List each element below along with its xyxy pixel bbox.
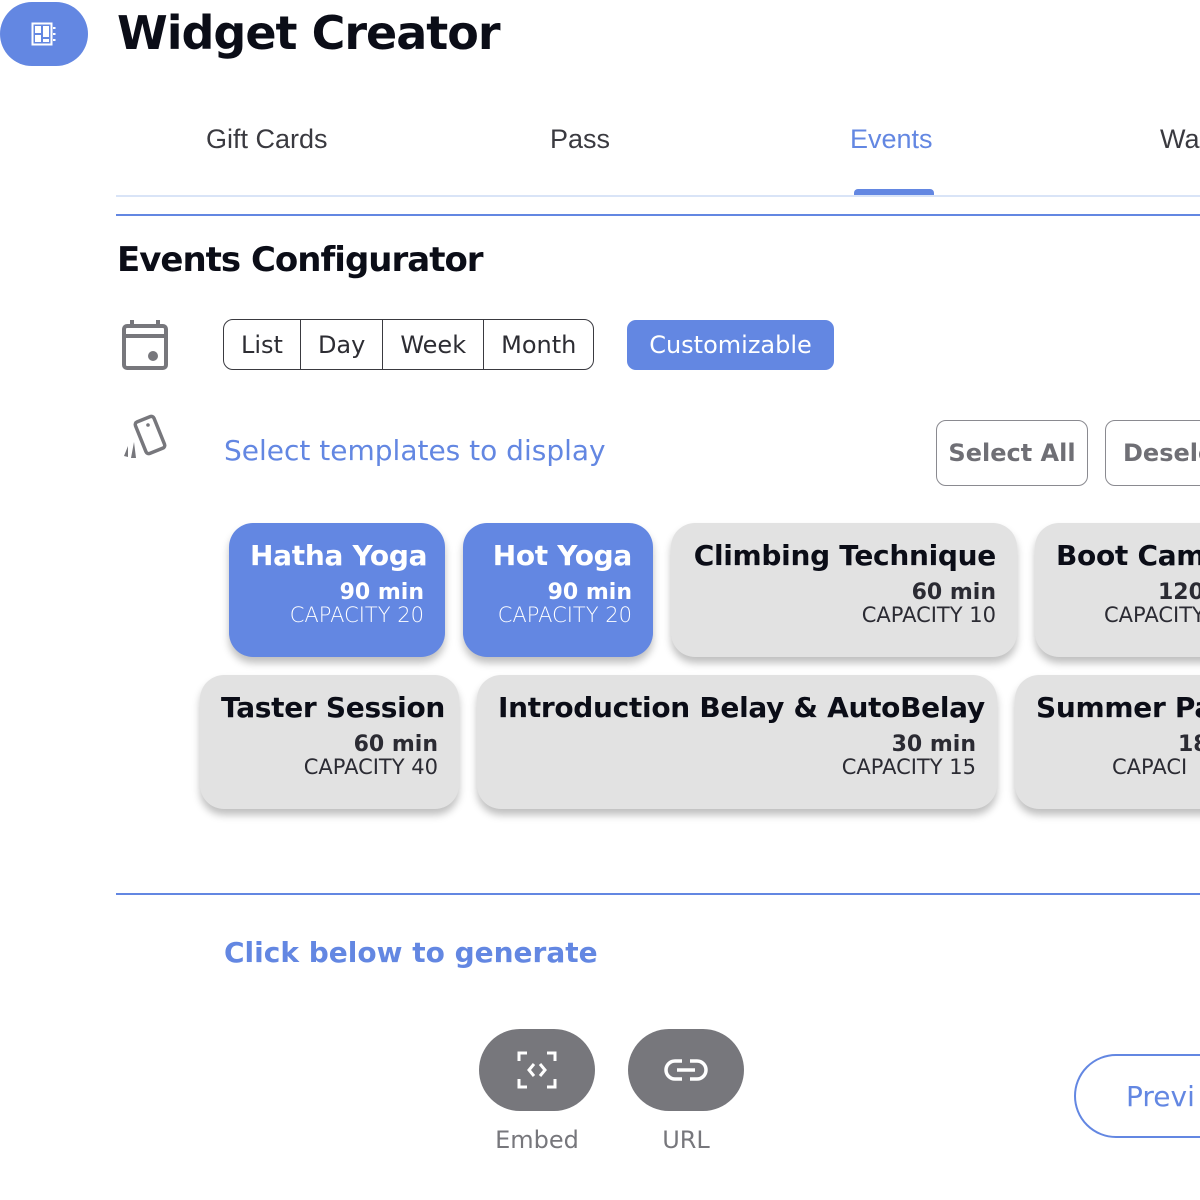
template-duration: 180	[1178, 732, 1200, 757]
generate-label: Click below to generate	[224, 936, 598, 969]
templates-label: Select templates to display	[224, 434, 606, 467]
tab-pass[interactable]: Pass	[550, 124, 610, 155]
embed-label: Embed	[495, 1126, 579, 1154]
view-mode-selector: List Day Week Month	[223, 319, 595, 370]
calendar-icon	[122, 320, 168, 370]
template-duration: 60 min	[353, 732, 438, 757]
select-all-button[interactable]: Select All	[936, 420, 1088, 486]
url-button[interactable]	[628, 1029, 744, 1111]
template-name: Taster Session	[221, 691, 446, 724]
tab-divider	[116, 195, 1200, 197]
cards-icon	[124, 414, 167, 458]
template-duration: 30 min	[891, 732, 976, 757]
embed-button[interactable]	[479, 1029, 595, 1111]
template-name: Hatha Yoga	[250, 539, 428, 572]
widget-layout-icon	[31, 22, 56, 46]
template-capacity: CAPACITY 15	[841, 755, 976, 779]
section-divider	[116, 214, 1200, 216]
template-capacity: CAPACITY 20	[289, 603, 424, 627]
template-card-summer-party[interactable]: Summer Pa 180 CAPACI	[1015, 675, 1200, 809]
template-card-taster-session[interactable]: Taster Session 60 min CAPACITY 40	[200, 675, 459, 809]
template-card-hatha-yoga[interactable]: Hatha Yoga 90 min CAPACITY 20	[229, 523, 445, 657]
template-capacity: CAPACITY 20	[497, 603, 632, 627]
link-icon	[664, 1059, 708, 1081]
template-capacity: CAPACITY	[1104, 603, 1200, 627]
url-label: URL	[662, 1126, 710, 1154]
template-capacity: CAPACITY 40	[303, 755, 438, 779]
section-title: Events Configurator	[117, 240, 484, 280]
tab-events[interactable]: Events	[850, 124, 933, 155]
template-name: Hot Yoga	[492, 539, 633, 572]
template-duration: 60 min	[911, 580, 996, 605]
template-duration: 120 m	[1158, 580, 1200, 605]
template-name: Introduction Belay & AutoBelay	[498, 691, 985, 724]
view-option-week[interactable]: Week	[383, 320, 485, 369]
template-card-intro-belay[interactable]: Introduction Belay & AutoBelay 30 min CA…	[477, 675, 997, 809]
view-option-month[interactable]: Month	[484, 320, 593, 369]
template-capacity: CAPACITY 10	[861, 603, 996, 627]
view-option-list[interactable]: List	[224, 320, 301, 369]
generate-divider	[116, 893, 1200, 895]
template-card-climbing-technique[interactable]: Climbing Technique 60 min CAPACITY 10	[671, 523, 1017, 657]
customizable-button[interactable]: Customizable	[627, 320, 834, 370]
template-duration: 90 min	[339, 580, 424, 605]
template-name: Climbing Technique	[693, 539, 997, 572]
preview-button[interactable]: Previ	[1074, 1054, 1200, 1138]
template-name: Summer Pa	[1036, 691, 1200, 724]
template-card-boot-camp[interactable]: Boot Cam 120 m CAPACITY	[1035, 523, 1200, 657]
template-card-hot-yoga[interactable]: Hot Yoga 90 min CAPACITY 20	[463, 523, 653, 657]
view-option-day[interactable]: Day	[301, 320, 384, 369]
embed-code-icon	[517, 1051, 557, 1089]
template-duration: 90 min	[547, 580, 632, 605]
app-logo-button[interactable]	[0, 2, 88, 66]
template-name: Boot Cam	[1056, 539, 1200, 572]
tab-gift-cards[interactable]: Gift Cards	[206, 124, 328, 155]
app-title: Widget Creator	[117, 6, 501, 60]
tab-wa[interactable]: Wa	[1160, 124, 1200, 155]
deselect-all-button[interactable]: Desele	[1105, 420, 1200, 486]
template-capacity: CAPACI	[1112, 755, 1188, 779]
tab-bar: Gift Cards Pass Events Wa	[116, 110, 1200, 196]
